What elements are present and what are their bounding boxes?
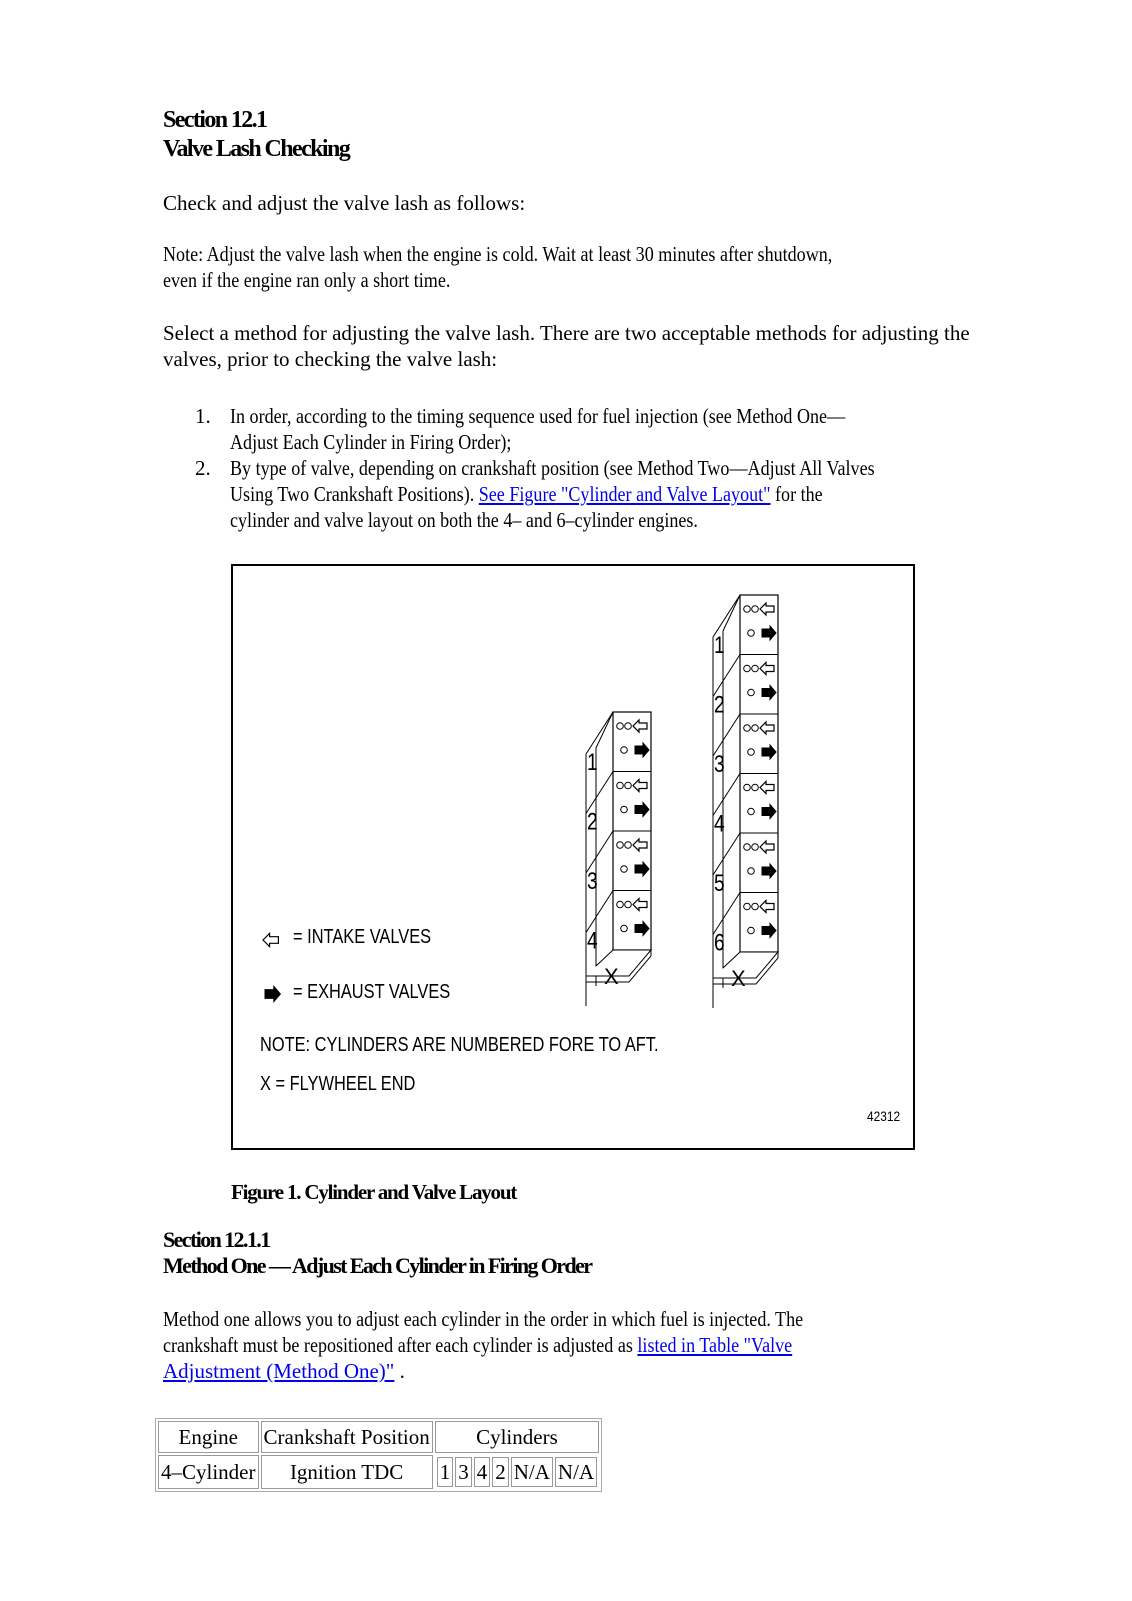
list-item-line: In order, according to the timing sequen… [230, 404, 846, 428]
list-item-text: Using Two Crankshaft Positions). [230, 482, 479, 506]
flywheel-mark: X [604, 964, 619, 989]
table-row: 4–Cylinder Ignition TDC 1 3 4 2 N/A N/A [158, 1455, 599, 1489]
cell-position: Ignition TDC [260, 1455, 433, 1489]
cylinder-number: 3 [587, 867, 598, 895]
cylinder-number: 2 [587, 807, 598, 835]
legend-intake-label: = INTAKE VALVES [293, 926, 432, 948]
select-method-paragraph: Select a method for adjusting the valve … [163, 320, 970, 372]
table-link[interactable]: listed in Table "Valve [637, 1333, 792, 1357]
section-heading: Section 12.1 Valve Lash Checking [163, 106, 351, 164]
list-number: 2. [195, 456, 211, 480]
list-item: 1. In order, according to the timing seq… [195, 403, 980, 455]
header-engine: Engine [158, 1421, 259, 1453]
engine-4-cylinder-block: 1 2 3 4X [585, 711, 653, 1006]
exhaust-valve-icon [264, 984, 282, 1004]
list-item-text: for the [770, 482, 823, 506]
header-crankshaft-position: Crankshaft Position [260, 1421, 433, 1453]
method-one-line-1: Method one allows you to adjust each cyl… [163, 1307, 804, 1331]
cell-cylinders: 1 3 4 2 N/A N/A [435, 1455, 599, 1489]
subsection-heading: Section 12.1.1 Method One — Adjust Each … [163, 1227, 593, 1279]
cylinder-number: 4 [714, 809, 725, 837]
note-line-2: even if the engine ran only a short time… [163, 268, 451, 292]
method-one-paragraph: Method one allows you to adjust each cyl… [163, 1306, 907, 1384]
flywheel-note: X = FLYWHEEL END [260, 1073, 416, 1095]
cylinder-number: 1 [714, 631, 725, 659]
section-number: Section 12.1 [163, 107, 268, 133]
method-one-text: crankshaft must be repositioned after ea… [163, 1333, 638, 1357]
method-one-text: . [394, 1359, 405, 1383]
method-one-line-2: crankshaft must be repositioned after ea… [163, 1332, 803, 1358]
cylinder-order-4: 2 [492, 1457, 509, 1487]
cell-engine: 4–Cylinder [158, 1455, 259, 1489]
list-item-line: cylinder and valve layout on both the 4–… [230, 508, 698, 532]
table-link-continued[interactable]: Adjustment (Method One)" [163, 1359, 394, 1383]
table-header-row: Engine Crankshaft Position Cylinders [158, 1421, 600, 1453]
cylinder-valve-figure: 1234X123456X = INTAKE VALVES = EXHAUST V… [231, 564, 915, 1150]
cylinder-number: 1 [587, 748, 598, 776]
cylinder-order-5: N/A [510, 1457, 553, 1487]
select-method-line-1: Select a method for adjusting the valve … [163, 321, 970, 345]
methods-list: 1. In order, according to the timing seq… [195, 403, 980, 533]
cylinder-order: 1 3 4 2 N/A N/A [435, 1455, 599, 1489]
figure-note: NOTE: CYLINDERS ARE NUMBERED FORE TO AFT… [260, 1034, 659, 1056]
cylinder-order-6: N/A [554, 1457, 598, 1487]
flywheel-mark: X [731, 966, 746, 991]
subsection-number: Section 12.1.1 [163, 1227, 271, 1252]
cylinder-order-3: 4 [473, 1457, 491, 1487]
header-cylinders: Cylinders [434, 1421, 600, 1453]
subsection-title: Method One — Adjust Each Cylinder in Fir… [163, 1253, 593, 1278]
valve-adjustment-table: Engine Crankshaft Position Cylinders 4–C… [155, 1418, 603, 1492]
note-paragraph: Note: Adjust the valve lash when the eng… [163, 241, 941, 293]
list-item-line: Using Two Crankshaft Positions). See Fig… [230, 481, 875, 507]
list-item-line: Adjust Each Cylinder in Firing Order); [230, 430, 512, 454]
cylinder-layout-diagram: 1234X123456X [262, 594, 780, 1008]
cylinder-number: 2 [714, 690, 725, 718]
cylinder-number: 3 [714, 750, 725, 778]
section-title: Valve Lash Checking [163, 136, 351, 162]
method-one-line-3: Adjustment (Method One)" . [163, 1358, 907, 1384]
figure-caption: Figure 1. Cylinder and Valve Layout [231, 1180, 517, 1204]
block-edge [722, 594, 741, 988]
cylinder-number: 5 [714, 869, 725, 897]
legend-exhaust-label: = EXHAUST VALVES [293, 981, 451, 1003]
list-item: 2. By type of valve, depending on cranks… [195, 455, 980, 533]
cylinder-number: 4 [587, 926, 598, 954]
note-line-1: Note: Adjust the valve lash when the eng… [163, 242, 833, 266]
figure-link[interactable]: See Figure "Cylinder and Valve Layout" [479, 482, 771, 506]
intro-paragraph: Check and adjust the valve lash as follo… [163, 191, 526, 215]
select-method-line-2: valves, prior to checking the valve lash… [163, 347, 498, 371]
list-number: 1. [195, 404, 211, 428]
block-edge [595, 711, 614, 986]
engine-6-cylinder-block: 1 2 3 4 5 6X [712, 594, 780, 1008]
cylinder-order-1: 1 [436, 1457, 454, 1487]
intake-valve-icon [262, 931, 279, 949]
cylinder-order-2: 3 [455, 1457, 472, 1487]
list-item-line: By type of valve, depending on crankshaf… [230, 456, 875, 480]
cylinder-number: 6 [714, 928, 725, 956]
figure-id: 42312 [867, 1108, 901, 1124]
